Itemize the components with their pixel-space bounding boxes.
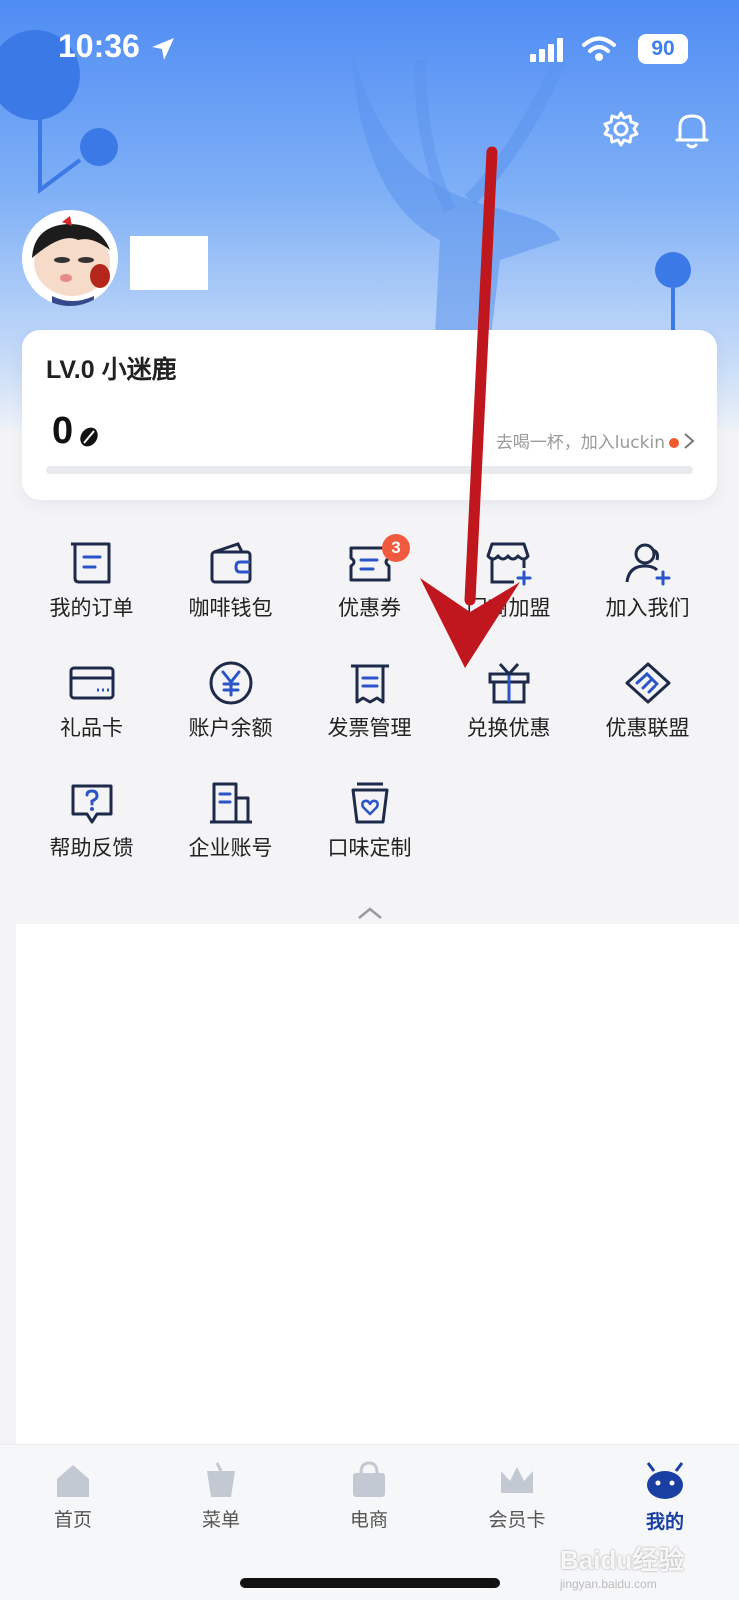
tab-home[interactable]: 首页 — [13, 1461, 133, 1532]
bag-icon — [353, 1461, 385, 1497]
member-level-card[interactable]: LV.0 小迷鹿 0 去喝一杯，加入luckin — [22, 330, 717, 500]
gift-icon — [488, 662, 529, 704]
watermark: Baidu经验 jingyan.baidu.com — [560, 1540, 684, 1591]
watermark-brand: Baidu经验 — [560, 1545, 685, 1575]
coupon-badge: 3 — [382, 534, 410, 562]
store-join-icon — [486, 542, 531, 586]
settings-gear-icon[interactable] — [602, 110, 640, 148]
service-label: 礼品卡 — [60, 716, 123, 740]
add-user-icon — [625, 543, 670, 586]
username-field — [130, 236, 208, 290]
service-label: 加入我们 — [605, 596, 690, 620]
tab-label: 我的 — [645, 1511, 684, 1533]
collapse-chevron-up-icon[interactable] — [357, 906, 383, 920]
points-value: 0 — [52, 410, 74, 452]
service-enterprise[interactable]: 企业账号 — [161, 780, 300, 890]
home-icon — [57, 1465, 89, 1497]
level-title: LV.0 小迷鹿 — [46, 356, 177, 384]
cup-icon — [207, 1462, 235, 1497]
deer-icon — [646, 1462, 684, 1499]
crown-icon — [501, 1467, 533, 1493]
avatar-cartoon-icon — [32, 216, 110, 306]
home-indicator — [240, 1578, 500, 1588]
service-label: 帮助反馈 — [49, 836, 134, 860]
service-label: 优惠券 — [338, 596, 401, 620]
service-gift-card[interactable]: 礼品卡 — [22, 660, 161, 770]
service-alliance[interactable]: 优惠联盟 — [578, 660, 717, 770]
order-icon — [70, 542, 110, 584]
tab-member-card[interactable]: 会员卡 — [457, 1461, 577, 1532]
yuan-icon — [209, 661, 252, 705]
avatar[interactable] — [22, 210, 118, 306]
join-luckin-link[interactable]: 去喝一杯，加入luckin — [496, 428, 665, 453]
battery-indicator: 90 — [638, 34, 688, 64]
service-coffee-wallet[interactable]: 咖啡钱包 — [161, 540, 300, 650]
location-arrow-icon — [152, 38, 174, 60]
service-franchise[interactable]: 门商加盟 — [439, 540, 578, 650]
service-label: 企业账号 — [188, 836, 273, 860]
chevron-right-icon[interactable] — [683, 432, 695, 450]
service-help-feedback[interactable]: 帮助反馈 — [22, 780, 161, 890]
help-icon — [71, 784, 112, 824]
notification-bell-icon[interactable] — [674, 110, 710, 150]
tab-shop[interactable]: 电商 — [309, 1461, 429, 1532]
service-label: 优惠联盟 — [605, 716, 690, 740]
wallet-icon — [210, 542, 251, 584]
watermark-url: jingyan.baidu.com — [560, 1577, 657, 1591]
service-redeem[interactable]: 兑换优惠 — [439, 660, 578, 770]
service-label: 兑换优惠 — [466, 716, 551, 740]
service-label: 发票管理 — [327, 716, 412, 740]
wifi-icon — [582, 36, 616, 61]
service-account-balance[interactable]: 账户余额 — [161, 660, 300, 770]
service-label: 账户余额 — [188, 716, 273, 740]
level-progress-bar — [46, 466, 693, 474]
service-label: 门商加盟 — [466, 596, 551, 620]
service-label: 咖啡钱包 — [188, 596, 273, 620]
gift-card-icon — [69, 666, 114, 700]
handshake-icon — [625, 662, 670, 704]
tab-label: 会员卡 — [488, 1509, 546, 1531]
service-join-us[interactable]: 加入我们 — [578, 540, 717, 650]
service-label: 我的订单 — [49, 596, 134, 620]
coffee-bean-icon — [80, 427, 98, 447]
notification-dot — [669, 438, 679, 448]
tab-menu[interactable]: 菜单 — [161, 1461, 281, 1532]
status-time: 10:36 — [58, 28, 140, 64]
tab-mine[interactable]: 我的 — [605, 1461, 725, 1534]
content-panel — [16, 924, 739, 1444]
status-bar: 10:36 90 — [0, 0, 739, 100]
service-coupons[interactable]: 3 优惠券 — [300, 534, 439, 650]
invoice-icon — [350, 664, 389, 704]
signal-icon — [530, 38, 563, 62]
service-label: 口味定制 — [327, 836, 412, 860]
tab-label: 电商 — [349, 1509, 388, 1531]
cup-heart-icon — [351, 782, 388, 824]
tab-label: 菜单 — [201, 1509, 240, 1531]
service-my-orders[interactable]: 我的订单 — [22, 540, 161, 650]
building-icon — [209, 782, 252, 824]
service-taste-custom[interactable]: 口味定制 — [300, 780, 439, 890]
service-invoice[interactable]: 发票管理 — [300, 660, 439, 770]
tab-label: 首页 — [53, 1509, 92, 1531]
